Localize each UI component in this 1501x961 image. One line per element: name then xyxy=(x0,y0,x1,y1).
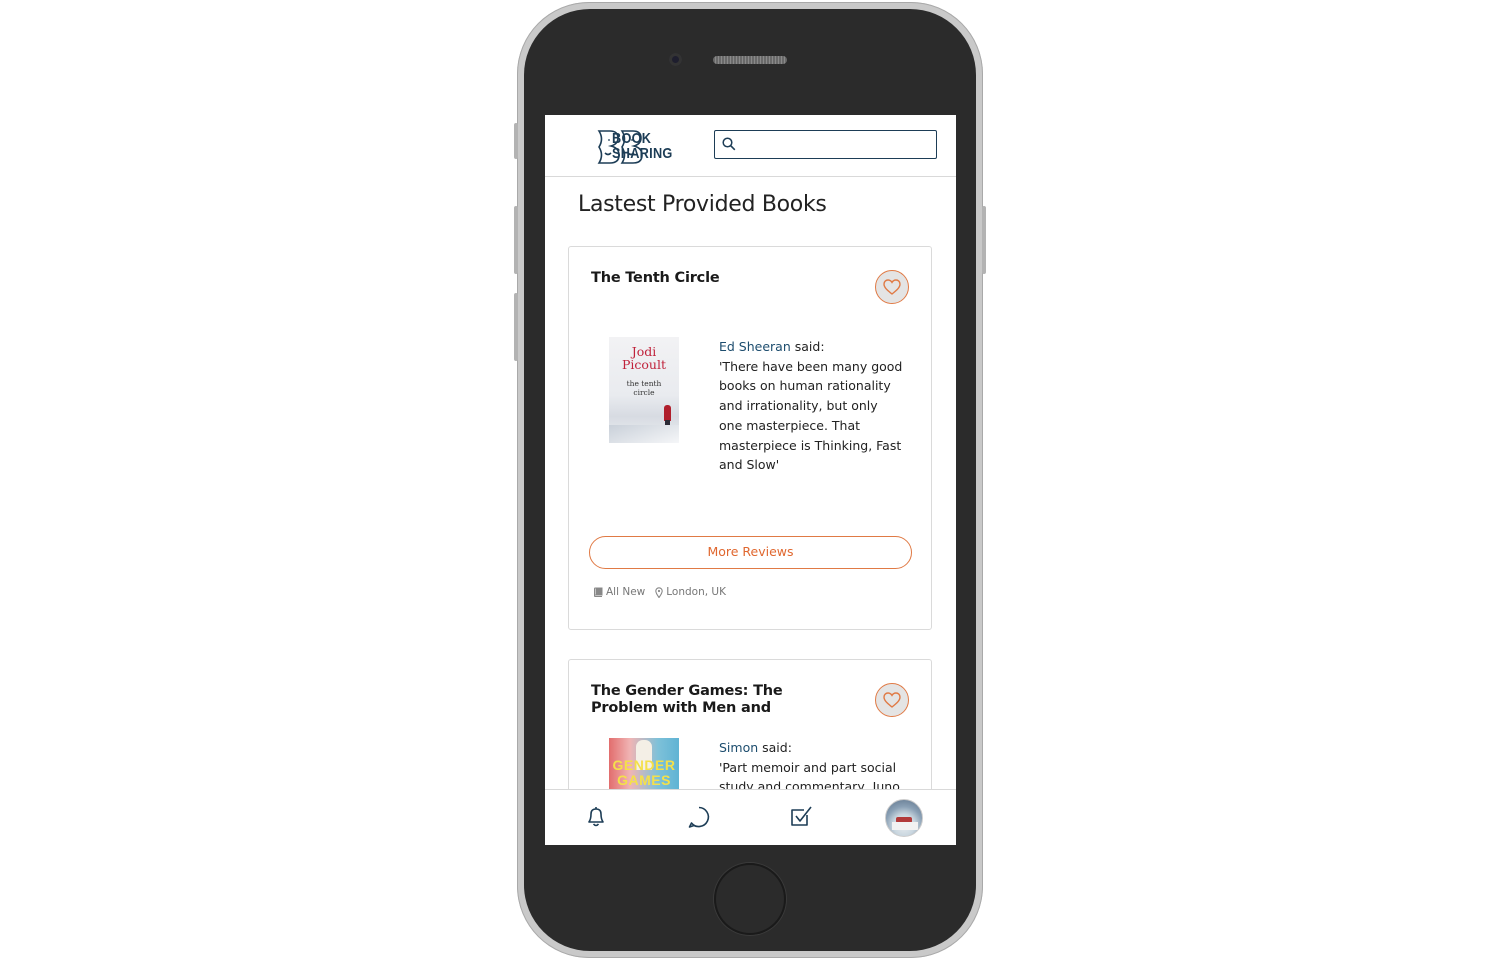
review-block: Simon said: 'Part memoir and part social… xyxy=(719,738,904,789)
favorite-button[interactable] xyxy=(875,683,909,717)
more-reviews-button[interactable]: More Reviews xyxy=(589,536,912,569)
review-quote: 'There have been many good books on huma… xyxy=(719,358,903,473)
search-input[interactable] xyxy=(743,133,932,157)
heart-icon xyxy=(883,279,901,295)
logo-line-1: BOOK xyxy=(612,130,652,147)
cover-title: GENDER GAMES xyxy=(612,757,676,788)
location-pin-icon xyxy=(655,586,664,598)
front-camera xyxy=(669,53,682,66)
phone-volume-down xyxy=(514,293,518,361)
phone-mute-switch xyxy=(514,123,518,159)
book-feed[interactable]: Lastest Provided Books The Tenth Circle … xyxy=(545,177,956,789)
profile-avatar[interactable] xyxy=(885,799,923,837)
cover-snow xyxy=(609,425,679,443)
phone-volume-up xyxy=(514,206,518,274)
reviewer-link[interactable]: Ed Sheeran xyxy=(719,339,791,354)
phone-power-button xyxy=(982,206,986,274)
app-logo-text: BOOK SHARING xyxy=(612,131,673,161)
review-quote: 'Part memoir and part social study and c… xyxy=(719,759,900,789)
app-screen: BOOK SHARING Lastest Provided Books The … xyxy=(545,115,956,845)
book-card: The Tenth Circle Jodi Picoult the tenth … xyxy=(568,246,932,630)
book-title[interactable]: The Gender Games: The Problem with Men a… xyxy=(591,683,796,717)
cover-figure xyxy=(664,405,671,421)
avatar-detail xyxy=(892,822,918,830)
app-header: BOOK SHARING xyxy=(545,115,956,177)
page-title: Lastest Provided Books xyxy=(578,192,827,217)
heart-icon xyxy=(883,692,901,708)
checkbox-icon[interactable] xyxy=(788,804,814,830)
logo-line-2: SHARING xyxy=(612,145,673,162)
review-header: Simon said: xyxy=(719,738,904,758)
bell-icon[interactable] xyxy=(583,804,609,830)
book-meta: All New London, UK xyxy=(593,586,736,598)
bottom-navigation xyxy=(545,789,956,845)
search-icon xyxy=(722,137,736,151)
earpiece-speaker xyxy=(713,56,787,64)
home-button[interactable] xyxy=(714,863,786,935)
cover-author: Jodi Picoult xyxy=(621,344,666,372)
search-box xyxy=(714,130,937,159)
review-block: Ed Sheeran said: 'There have been many g… xyxy=(719,337,904,475)
favorite-button[interactable] xyxy=(875,270,909,304)
reviewer-link[interactable]: Simon xyxy=(719,740,758,755)
said-label: said: xyxy=(758,740,792,755)
said-label: said: xyxy=(790,339,825,354)
location-label: London, UK xyxy=(666,586,726,598)
book-cover-image[interactable]: Jodi Picoult the tenth circle xyxy=(609,337,679,443)
book-title[interactable]: The Tenth Circle xyxy=(591,270,791,287)
review-header: Ed Sheeran said: xyxy=(719,337,904,357)
chat-icon[interactable] xyxy=(686,804,712,830)
book-icon xyxy=(593,587,603,597)
book-card: The Gender Games: The Problem with Men a… xyxy=(568,659,932,789)
book-cover-image[interactable]: GENDER GAMES xyxy=(609,738,679,789)
cover-title: the tenth circle xyxy=(626,379,662,397)
condition-label: All New xyxy=(606,586,646,598)
